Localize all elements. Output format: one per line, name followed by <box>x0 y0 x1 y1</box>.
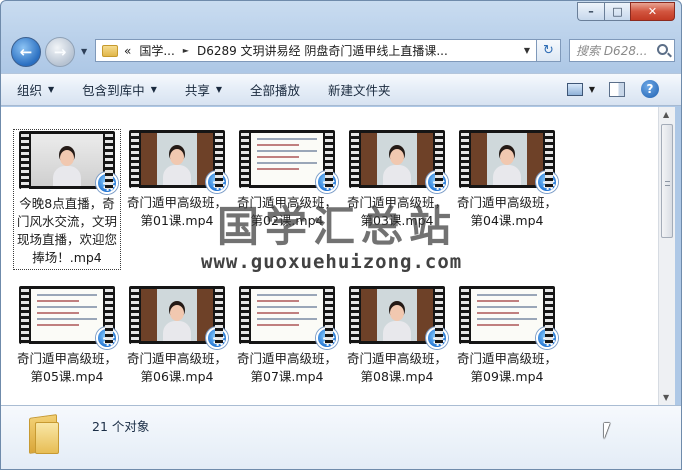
new-folder-button[interactable]: 新建文件夹 <box>328 80 391 99</box>
chevron-down-icon: ▼ <box>48 85 55 94</box>
chevron-down-icon[interactable]: ▼ <box>589 85 595 94</box>
video-thumbnail <box>459 286 558 349</box>
file-item[interactable]: 今晚8点直播，奇门风水交流，文玥现场直播，欢迎您捧场！.mp4 <box>13 129 121 270</box>
help-icon[interactable]: ? <box>641 80 659 98</box>
video-frame <box>31 134 103 186</box>
file-item[interactable]: 奇门遁甲高级班，第06课.mp4 <box>123 285 231 386</box>
refresh-button[interactable]: ↻ <box>537 39 561 62</box>
video-thumbnail <box>19 131 118 194</box>
arrow-right-icon: → <box>53 43 67 61</box>
address-bar[interactable]: « 国学... ► D6289 文玥讲易经 阴盘奇门遁甲线上直播课... ▼ <box>95 39 537 62</box>
media-player-icon <box>206 327 228 349</box>
item-count: 21 个对象 <box>92 419 150 434</box>
scroll-up-icon[interactable]: ▲ <box>663 110 669 119</box>
navigation-bar: ← → ▼ « 国学... ► D6289 文玥讲易经 阴盘奇门遁甲线上直播课.… <box>9 35 675 69</box>
video-frame <box>471 133 543 185</box>
video-frame <box>251 133 323 185</box>
video-thumbnail <box>19 286 118 349</box>
recent-pages-dropdown[interactable]: ▼ <box>81 47 87 56</box>
watermark-title: 国学汇总站 <box>217 202 458 251</box>
chevron-down-icon: ▼ <box>215 85 223 94</box>
media-player-icon <box>536 171 558 193</box>
file-item[interactable]: 奇门遁甲高级班，第05课.mp4 <box>13 285 121 386</box>
video-thumbnail <box>349 286 448 349</box>
share-menu[interactable]: 共享 ▼ <box>185 80 222 99</box>
breadcrumb-item[interactable]: 国学... <box>139 42 174 59</box>
video-frame <box>471 289 543 341</box>
view-controls: ▼ ? <box>566 80 659 98</box>
media-player-icon <box>316 171 338 193</box>
video-thumbnail <box>129 286 228 349</box>
file-item[interactable]: 奇门遁甲高级班，第01课.mp4 <box>123 129 231 230</box>
file-item[interactable]: 奇门遁甲高级班，第08课.mp4 <box>343 285 451 386</box>
play-all-button[interactable]: 全部播放 <box>250 80 300 99</box>
refresh-icon: ↻ <box>543 43 554 58</box>
file-name: 奇门遁甲高级班，第04课.mp4 <box>456 195 557 228</box>
vertical-scrollbar[interactable]: ▲ ▼ <box>658 107 675 405</box>
change-view-icon[interactable] <box>566 82 583 96</box>
scrollbar-thumb[interactable] <box>661 124 673 238</box>
caption-buttons: – □ ✕ <box>577 2 675 21</box>
file-name: 奇门遁甲高级班，第09课.mp4 <box>456 351 557 384</box>
file-item[interactable]: 奇门遁甲高级班，第04课.mp4 <box>453 129 561 230</box>
scroll-down-icon[interactable]: ▼ <box>663 393 669 402</box>
video-frame <box>31 289 103 341</box>
search-placeholder: 搜索 D628... <box>576 44 648 58</box>
search-icon[interactable] <box>657 44 668 55</box>
details-pane: 21 个对象 <box>1 405 681 469</box>
video-frame <box>141 133 213 185</box>
video-thumbnail <box>239 130 338 193</box>
file-name: 奇门遁甲高级班，第05课.mp4 <box>16 351 117 384</box>
video-frame <box>141 289 213 341</box>
preview-pane-icon[interactable] <box>609 81 625 97</box>
file-name: 奇门遁甲高级班，第06课.mp4 <box>126 351 227 384</box>
media-player-icon <box>96 327 118 349</box>
explorer-window: – □ ✕ ← → ▼ « 国学... ► D6289 文玥讲易经 阴盘奇门遁甲… <box>0 0 682 470</box>
video-frame <box>361 133 433 185</box>
share-label: 共享 <box>184 83 210 98</box>
organize-label: 组织 <box>17 83 43 98</box>
organize-menu[interactable]: 组织 ▼ <box>17 80 54 99</box>
mouse-cursor-icon <box>604 423 616 439</box>
media-player-icon <box>96 172 118 194</box>
media-player-icon <box>426 327 448 349</box>
folder-icon <box>102 44 118 57</box>
breadcrumb-current[interactable]: D6289 文玥讲易经 阴盘奇门遁甲线上直播课... <box>197 42 448 59</box>
minimize-button[interactable]: – <box>577 2 604 21</box>
file-name: 今晚8点直播，奇门风水交流，文玥现场直播，欢迎您捧场！.mp4 <box>16 196 117 265</box>
folder-icon <box>25 414 69 454</box>
arrow-left-icon: ← <box>19 43 33 61</box>
media-player-icon <box>316 327 338 349</box>
watermark-url: www.guoxuehuizong.com <box>201 251 463 273</box>
breadcrumb-overflow[interactable]: « <box>124 44 131 58</box>
back-button[interactable]: ← <box>11 37 41 67</box>
search-input[interactable]: 搜索 D628... <box>569 39 675 62</box>
media-player-icon <box>206 171 228 193</box>
media-player-icon <box>426 171 448 193</box>
media-player-icon <box>536 327 558 349</box>
chevron-down-icon[interactable]: ▼ <box>524 46 530 55</box>
video-frame <box>251 289 323 341</box>
forward-button[interactable]: → <box>45 37 75 67</box>
video-thumbnail <box>349 130 448 193</box>
include-in-library-menu[interactable]: 包含到库中 ▼ <box>82 80 157 99</box>
video-thumbnail <box>129 130 228 193</box>
chevron-right-icon[interactable]: ► <box>183 46 189 55</box>
video-thumbnail <box>239 286 338 349</box>
close-button[interactable]: ✕ <box>630 2 675 21</box>
video-frame <box>361 289 433 341</box>
file-item[interactable]: 奇门遁甲高级班，第07课.mp4 <box>233 285 341 386</box>
include-in-library-label: 包含到库中 <box>82 83 145 98</box>
maximize-button[interactable]: □ <box>604 2 630 21</box>
video-thumbnail <box>459 130 558 193</box>
file-name: 奇门遁甲高级班，第07课.mp4 <box>236 351 337 384</box>
file-name: 奇门遁甲高级班，第08课.mp4 <box>346 351 447 384</box>
grip-icon <box>665 181 670 186</box>
file-item[interactable]: 奇门遁甲高级班，第09课.mp4 <box>453 285 561 386</box>
chevron-down-icon: ▼ <box>150 85 157 94</box>
file-name: 奇门遁甲高级班，第01课.mp4 <box>126 195 227 228</box>
command-bar: 组织 ▼ 包含到库中 ▼ 共享 ▼ 全部播放 新建文件夹 ▼ ? <box>1 73 681 106</box>
